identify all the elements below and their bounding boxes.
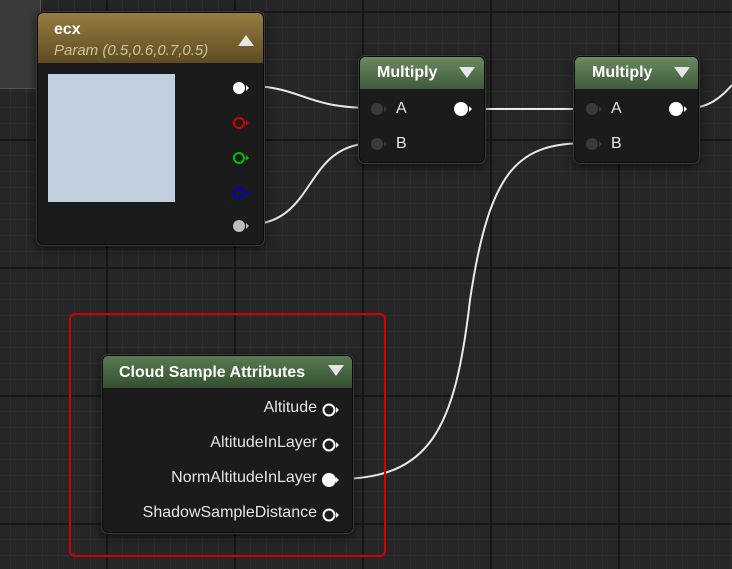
input-label-a: A [611,100,622,117]
input-label-a: A [396,100,407,117]
collapse-arrow-icon[interactable] [674,67,690,78]
input-label-b: B [611,135,622,152]
output-pin-icon[interactable] [454,102,474,116]
output-pin-rgb-icon[interactable] [233,81,249,95]
param-node-header[interactable]: ecx Param (0.5,0.6,0.7,0.5) [38,13,263,63]
output-pin-b-icon[interactable] [233,186,249,200]
multiply-node-2[interactable]: Multiply A B [574,56,699,163]
param-node-subtitle: Param (0.5,0.6,0.7,0.5) [54,42,209,59]
multiply-node-1-title: Multiply [377,64,438,81]
input-pin-b-icon[interactable] [585,137,603,151]
wire-ecx-a-to-multiply1-b[interactable] [244,142,376,226]
input-label-b: B [396,135,407,152]
color-preview-swatch [48,74,175,202]
output-pin-r-icon[interactable] [233,116,249,130]
param-node-ecx[interactable]: ecx Param (0.5,0.6,0.7,0.5) [37,12,264,245]
input-pin-a-icon[interactable] [585,102,603,116]
annotation-highlight-box [69,313,386,557]
output-pin-icon[interactable] [669,102,689,116]
multiply-node-2-title: Multiply [592,64,653,81]
collapse-arrow-icon[interactable] [238,35,254,46]
param-node-title: ecx [54,21,81,38]
output-pin-a-icon[interactable] [233,219,249,233]
collapse-arrow-icon[interactable] [459,67,475,78]
multiply-node-2-header[interactable]: Multiply [575,57,698,89]
input-pin-b-icon[interactable] [370,137,388,151]
multiply-node-1[interactable]: Multiply A B [359,56,485,163]
input-pin-a-icon[interactable] [370,102,388,116]
wire-ecx-rgb-to-multiply1-a[interactable] [244,85,376,109]
output-pin-g-icon[interactable] [233,151,249,165]
multiply-node-1-header[interactable]: Multiply [360,57,484,89]
